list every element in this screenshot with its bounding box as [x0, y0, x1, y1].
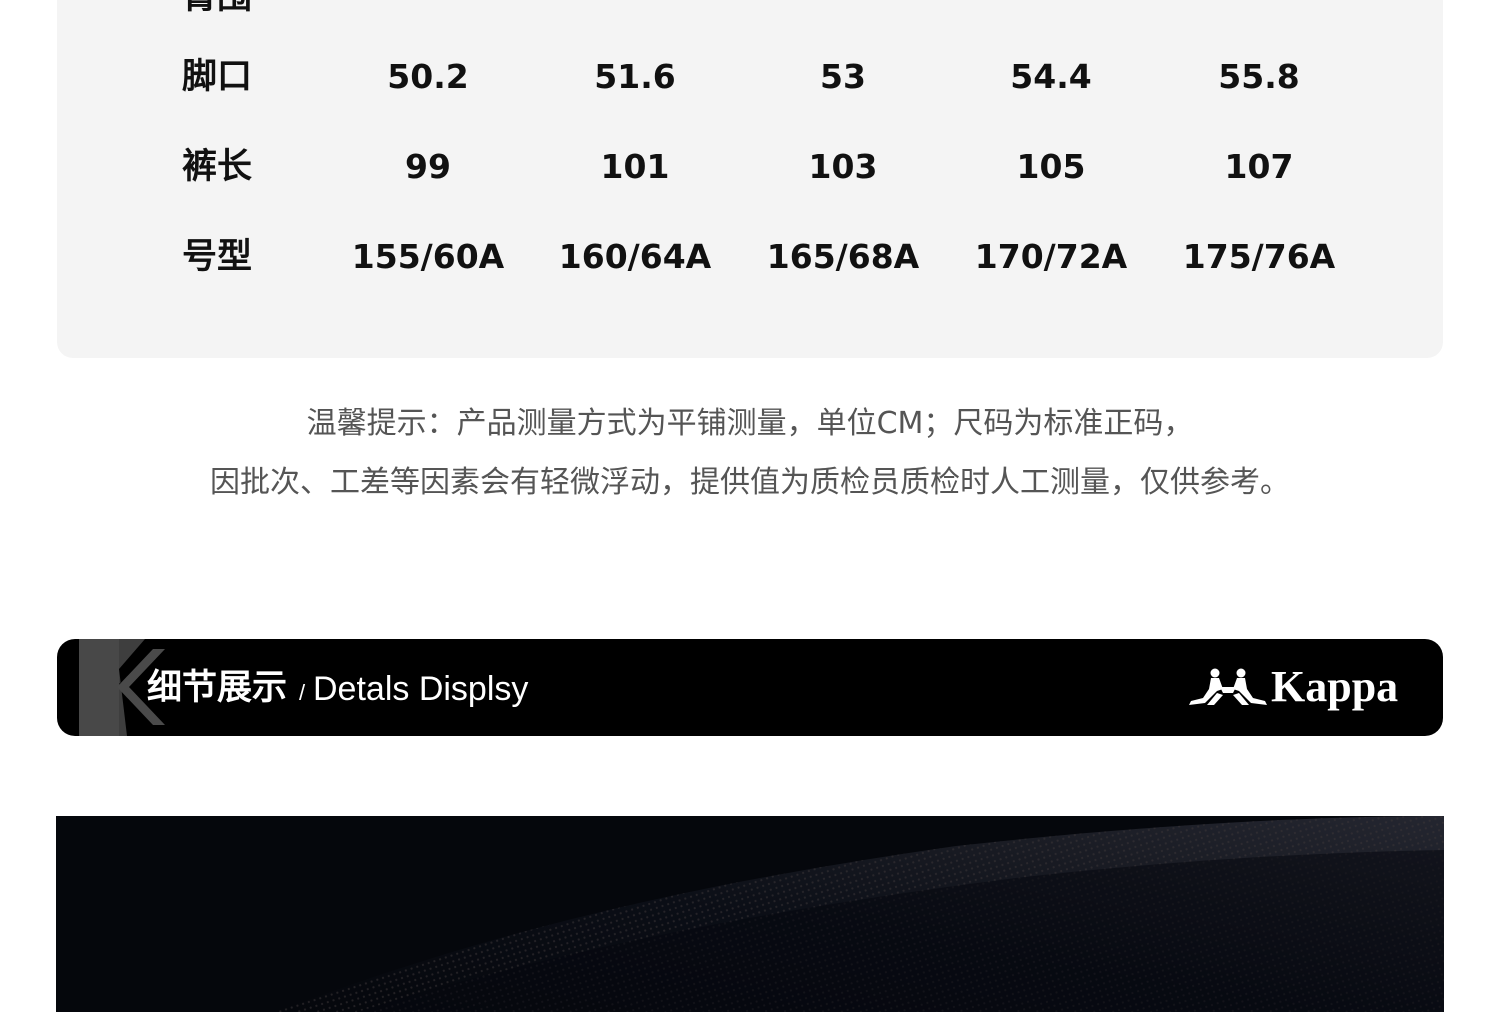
table-cell: 155/60A — [351, 237, 505, 276]
row-label: 号型 — [181, 237, 252, 277]
kappa-logo-icon — [1189, 668, 1267, 705]
table-row: 臀围 — [57, 0, 1443, 27]
table-cell: 101 — [600, 147, 670, 186]
table-cell: 105 — [1016, 147, 1086, 186]
row-label: 裤长 — [181, 147, 252, 187]
section-banner: 细节展示 / Detals Displsy Kappa — [57, 639, 1443, 736]
table-cell: 53 — [820, 57, 866, 96]
table-cell: 160/64A — [558, 237, 712, 276]
table-row: 脚口 50.2 51.6 53 54.4 55.8 — [57, 47, 1443, 107]
table-cell: 50.2 — [387, 57, 469, 96]
table-cell: 175/76A — [1182, 237, 1336, 276]
title-separator: / — [299, 680, 306, 705]
section-title-en: Detals Displsy — [313, 670, 529, 708]
table-cell: 107 — [1224, 147, 1294, 186]
row-label: 脚口 — [181, 57, 252, 97]
section-title-cn: 细节展示 — [147, 668, 288, 708]
table-cell: 103 — [808, 147, 878, 186]
table-cell: 99 — [405, 147, 451, 186]
table-cell: 170/72A — [974, 237, 1128, 276]
table-cell: 54.4 — [1010, 57, 1092, 96]
table-cell: 165/68A — [766, 237, 920, 276]
table-row: 号型 155/60A 160/64A 165/68A 170/72A 175/7… — [57, 227, 1443, 287]
table-cell: 55.8 — [1218, 57, 1300, 96]
kappa-logo-text: Kappa — [1271, 662, 1399, 711]
row-label: 臀围 — [162, 0, 272, 27]
kappa-logo: Kappa — [1187, 661, 1412, 713]
fabric-detail-photo — [56, 816, 1444, 1012]
fabric-texture-image — [56, 816, 1444, 1012]
table-cell: 51.6 — [594, 57, 676, 96]
size-table: 臀围 脚口 50.2 51.6 53 54.4 55.8 裤长 99 101 1… — [57, 0, 1443, 358]
table-row: 裤长 99 101 103 105 107 — [57, 137, 1443, 197]
measurement-notice-line-1: 温馨提示：产品测量方式为平铺测量，单位CM；尺码为标准正码， — [306, 406, 1194, 441]
measurement-notice-line-2: 因批次、工差等因素会有轻微浮动，提供值为质检员质检时人工测量，仅供参考。 — [210, 465, 1290, 500]
